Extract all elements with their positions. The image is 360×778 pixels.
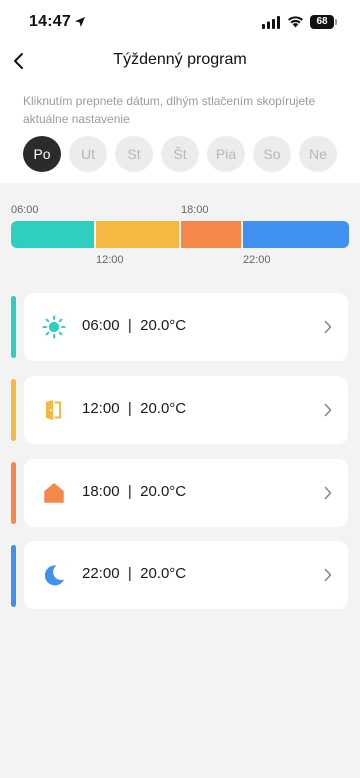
schedule-item-day[interactable]: 12:00 | 20.0°C bbox=[24, 376, 348, 444]
home-icon bbox=[44, 483, 64, 503]
schedule-item-text: 22:00 | 20.0°C bbox=[82, 565, 187, 582]
day-stv[interactable]: Št bbox=[161, 136, 199, 172]
door-icon bbox=[46, 400, 61, 420]
sun-icon bbox=[42, 315, 66, 339]
tick-label: 22:00 bbox=[243, 254, 271, 266]
location-arrow-icon bbox=[75, 17, 85, 27]
signal-icon bbox=[262, 16, 280, 29]
schedule-item-night[interactable]: 22:00 | 20.0°C bbox=[24, 541, 348, 609]
period-color-bar bbox=[11, 462, 16, 524]
battery-indicator: 68 bbox=[310, 15, 337, 29]
tick-label: 18:00 bbox=[181, 204, 209, 216]
day-st[interactable]: St bbox=[115, 136, 153, 172]
chevron-right-icon bbox=[324, 486, 332, 500]
status-time: 14:47 bbox=[29, 13, 71, 30]
day-ut[interactable]: Ut bbox=[69, 136, 107, 172]
battery-level: 68 bbox=[310, 15, 334, 29]
hint-text: Kliknutím prepnete dátum, dlhým stlačení… bbox=[23, 94, 316, 126]
timeline-segment-day[interactable] bbox=[96, 221, 179, 248]
battery-cap bbox=[335, 19, 337, 25]
page-title: Týždenný program bbox=[113, 51, 247, 68]
day-timeline bbox=[11, 221, 349, 248]
schedule-item-text: 18:00 | 20.0°C bbox=[82, 483, 187, 500]
timeline-segment-night[interactable] bbox=[243, 221, 349, 248]
period-color-bar bbox=[11, 545, 16, 607]
schedule-item-text: 06:00 | 20.0°C bbox=[82, 317, 187, 334]
schedule-item-text: 12:00 | 20.0°C bbox=[82, 400, 187, 417]
timeline-segment-evening[interactable] bbox=[181, 221, 241, 248]
period-color-bar bbox=[11, 296, 16, 358]
tick-label: 06:00 bbox=[11, 204, 39, 216]
moon-icon bbox=[44, 565, 64, 586]
tick-label: 12:00 bbox=[96, 254, 124, 266]
day-po[interactable]: Po bbox=[23, 136, 61, 172]
chevron-right-icon bbox=[324, 403, 332, 417]
schedule-item-evening[interactable]: 18:00 | 20.0°C bbox=[24, 459, 348, 527]
chevron-right-icon bbox=[324, 320, 332, 334]
chevron-right-icon bbox=[324, 568, 332, 582]
day-pia[interactable]: Pia bbox=[207, 136, 245, 172]
schedule-item-morning[interactable]: 06:00 | 20.0°C bbox=[24, 293, 348, 361]
timeline-segment-morning[interactable] bbox=[11, 221, 94, 248]
period-color-bar bbox=[11, 379, 16, 441]
day-so[interactable]: So bbox=[253, 136, 291, 172]
wifi-icon bbox=[288, 16, 303, 28]
day-ne[interactable]: Ne bbox=[299, 136, 337, 172]
